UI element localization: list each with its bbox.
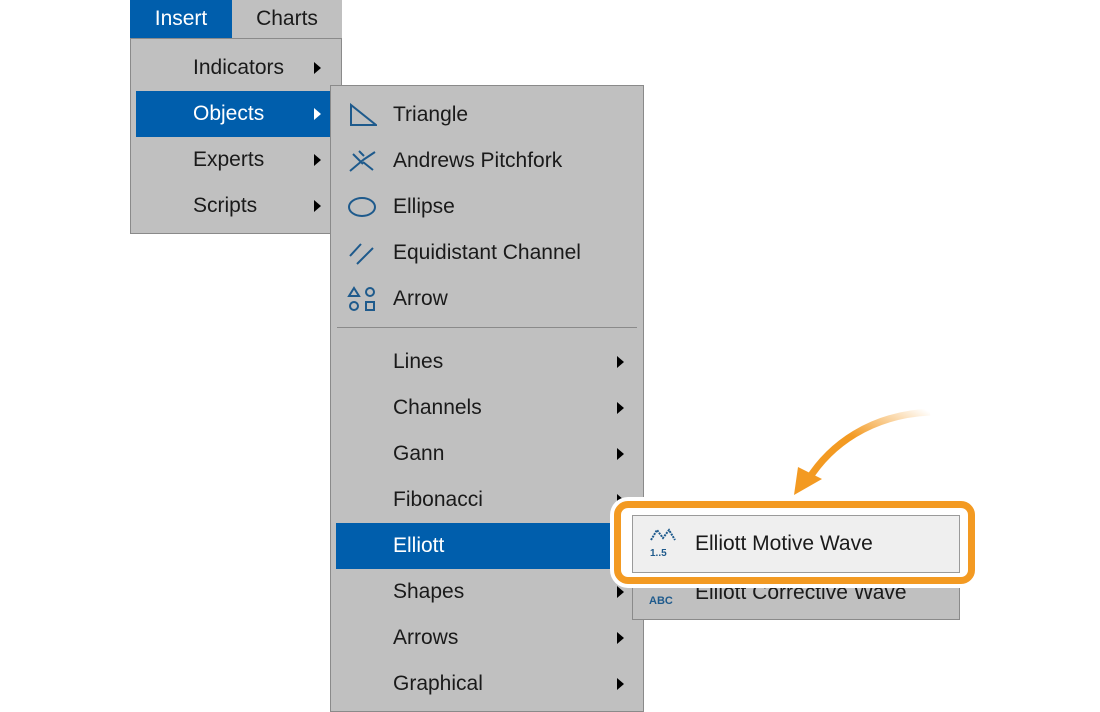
menu-item-experts[interactable]: Experts <box>131 137 341 183</box>
submenu-arrow-icon <box>617 448 624 460</box>
label: Fibonacci <box>393 488 483 511</box>
submenu-arrow-icon <box>617 356 624 368</box>
submenu-arrow-icon <box>314 200 321 212</box>
submenu-arrow-icon <box>314 62 321 74</box>
menu-item-indicators[interactable]: Indicators <box>131 45 341 91</box>
triangle-icon <box>350 102 377 126</box>
menu-item-shapes[interactable]: Shapes <box>331 569 643 615</box>
menu-item-ellipse[interactable]: Ellipse <box>331 184 643 230</box>
menu-item-elliott[interactable]: Elliott <box>336 523 632 569</box>
label: Objects <box>193 102 265 125</box>
label: Shapes <box>393 580 465 603</box>
menu-item-equidistant-channel[interactable]: Equidistant Channel <box>331 230 643 276</box>
menu-item-channels[interactable]: Channels <box>331 385 643 431</box>
label: Channels <box>393 396 482 419</box>
label: Arrow <box>393 287 448 310</box>
label: Elliott Motive Wave <box>695 532 873 555</box>
objects-menu: Triangle Andrews Pitchfork Ellipse Equid… <box>330 85 644 712</box>
label: Scripts <box>193 194 258 217</box>
menu-item-arrows[interactable]: Arrows <box>331 615 643 661</box>
menu-item-triangle[interactable]: Triangle <box>331 92 643 138</box>
label: Equidistant Channel <box>393 241 581 264</box>
menu-separator <box>337 327 637 328</box>
label: Triangle <box>393 103 469 126</box>
shapes-icon <box>347 286 375 311</box>
motive-wave-icon-label: 1..5 <box>650 548 667 559</box>
menu-item-fibonacci[interactable]: Fibonacci <box>331 477 643 523</box>
label: Lines <box>393 350 444 373</box>
menu-item-lines[interactable]: Lines <box>331 339 643 385</box>
menu-item-scripts[interactable]: Scripts <box>131 183 341 229</box>
label: Andrews Pitchfork <box>393 149 563 172</box>
menu-item-gann[interactable]: Gann <box>331 431 643 477</box>
menu-item-elliott-motive-wave[interactable]: 1..5 Elliott Motive Wave <box>632 515 960 573</box>
menu-item-arrow[interactable]: Arrow <box>331 276 643 322</box>
label: Graphical <box>393 672 483 695</box>
menu-charts[interactable]: Charts <box>232 0 342 38</box>
label: Elliott <box>393 534 445 557</box>
submenu-arrow-icon <box>314 108 321 120</box>
submenu-arrow-icon <box>314 154 321 166</box>
submenu-arrow-icon <box>617 632 624 644</box>
label: Arrows <box>393 626 459 649</box>
abc-wave-icon: ABC <box>649 595 673 607</box>
menu-item-objects[interactable]: Objects <box>136 91 330 137</box>
menu-item-graphical[interactable]: Graphical <box>331 661 643 707</box>
menu-insert[interactable]: Insert <box>130 0 232 38</box>
menu-item-andrews-pitchfork[interactable]: Andrews Pitchfork <box>331 138 643 184</box>
submenu-arrow-icon <box>617 402 624 414</box>
motive-wave-icon <box>650 528 676 541</box>
label: Experts <box>193 148 265 171</box>
label: Ellipse <box>393 195 455 218</box>
pointer-arrow-icon <box>794 408 931 495</box>
pitchfork-icon <box>349 150 376 172</box>
channel-icon <box>349 243 374 265</box>
submenu-arrow-icon <box>617 586 624 598</box>
ellipse-icon <box>348 197 376 217</box>
label: Gann <box>393 442 445 465</box>
label: Indicators <box>193 56 285 79</box>
submenu-arrow-icon <box>617 678 624 690</box>
insert-menu: Indicators Objects Experts Scripts <box>130 38 342 234</box>
